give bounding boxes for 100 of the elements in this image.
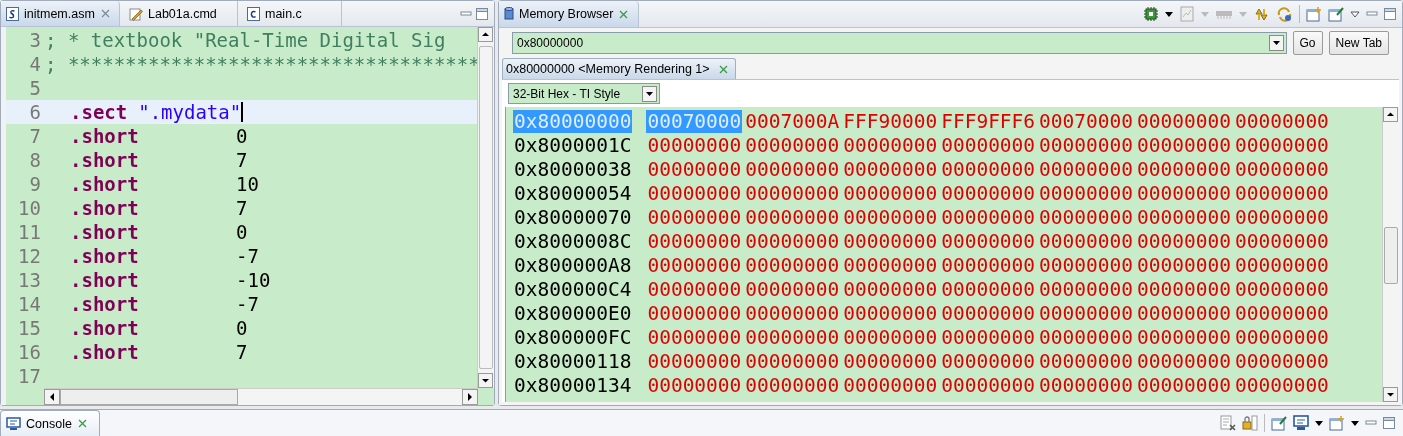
memory-value[interactable]: 00000000 — [1136, 229, 1232, 253]
memory-value[interactable]: 00000000 — [1038, 157, 1134, 181]
view-tab[interactable]: Console — [0, 410, 100, 436]
memory-value[interactable]: 00000000 — [940, 205, 1037, 229]
dropdown-caret-icon[interactable] — [1165, 11, 1173, 17]
memory-value[interactable]: 00000000 — [646, 301, 743, 325]
chip-icon[interactable] — [1143, 6, 1159, 22]
memory-value[interactable]: 00000000 — [646, 133, 743, 157]
memory-value[interactable]: 00000000 — [744, 205, 841, 229]
memory-value[interactable]: 00000000 — [1233, 205, 1330, 229]
refresh-icon[interactable] — [1276, 5, 1293, 23]
file-tab[interactable]: initmem.asm — [1, 1, 120, 26]
scroll-left-icon[interactable] — [44, 389, 60, 405]
file-tab[interactable]: Lab01a.cmd — [124, 1, 238, 26]
memory-value[interactable]: 00000000 — [646, 373, 743, 397]
toolbar-button[interactable]: New Tab — [1328, 31, 1389, 55]
scroll-down-icon[interactable] — [1383, 387, 1398, 402]
memory-value[interactable]: 00000000 — [1136, 205, 1232, 229]
vertical-scrollbar[interactable] — [477, 27, 494, 388]
memory-value[interactable]: 00000000 — [646, 229, 743, 253]
new-window-icon[interactable] — [1329, 415, 1345, 431]
monitor-icon[interactable] — [1293, 415, 1309, 431]
memory-value[interactable]: 00000000 — [1233, 181, 1330, 205]
memory-value[interactable]: 00000000 — [940, 325, 1037, 349]
dropdown-icon[interactable] — [642, 85, 657, 102]
memory-value[interactable]: 00000000 — [646, 253, 743, 277]
memory-value[interactable]: 00000000 — [1038, 133, 1134, 157]
lock-icon[interactable] — [1242, 415, 1258, 431]
memory-value[interactable]: 00000000 — [1136, 373, 1232, 397]
memory-value[interactable]: 00000000 — [1038, 325, 1134, 349]
memory-value[interactable]: 00000000 — [1233, 349, 1330, 373]
memory-value[interactable]: 00000000 — [1038, 205, 1134, 229]
new-window-icon[interactable] — [1306, 6, 1322, 22]
clear-console-icon[interactable] — [1220, 415, 1236, 431]
memory-value[interactable]: 00000000 — [1233, 301, 1330, 325]
memory-value[interactable]: 00000000 — [1233, 109, 1330, 133]
maximize-icon[interactable] — [476, 7, 488, 20]
memory-value[interactable]: 00000000 — [1038, 349, 1134, 373]
memory-value[interactable]: 00000000 — [1233, 229, 1330, 253]
memory-value[interactable]: 00000000 — [842, 277, 939, 301]
memory-value[interactable]: 00000000 — [744, 301, 841, 325]
memory-value[interactable]: 00000000 — [744, 325, 841, 349]
memory-value[interactable]: 00000000 — [1233, 325, 1330, 349]
memory-value[interactable]: 00000000 — [842, 349, 939, 373]
memory-value[interactable]: 00000000 — [940, 253, 1037, 277]
minimize-icon[interactable] — [1366, 9, 1378, 19]
memory-value[interactable]: 00000000 — [1136, 133, 1232, 157]
memory-value[interactable]: 00000000 — [842, 325, 939, 349]
file-tab[interactable]: main.c — [242, 1, 342, 26]
memory-value[interactable]: 00000000 — [744, 349, 841, 373]
horizontal-scrollbar[interactable] — [44, 388, 478, 405]
memory-value[interactable]: 00000000 — [744, 253, 841, 277]
memory-value[interactable]: 00000000 — [940, 157, 1037, 181]
pin-window-icon[interactable] — [1328, 6, 1344, 22]
memory-value[interactable]: 00000000 — [646, 325, 743, 349]
memory-value[interactable]: 00000000 — [940, 181, 1037, 205]
memory-value[interactable]: 00000000 — [842, 229, 939, 253]
memory-value[interactable]: FFF9FFF6 — [940, 109, 1037, 133]
memory-value[interactable]: 00000000 — [744, 133, 841, 157]
memory-value[interactable]: 00000000 — [744, 157, 841, 181]
memory-value[interactable]: 00000000 — [940, 349, 1037, 373]
memory-value[interactable]: 00000000 — [1038, 301, 1134, 325]
close-icon[interactable] — [717, 63, 729, 75]
memory-value[interactable]: 00000000 — [1233, 373, 1330, 397]
memory-value[interactable]: 00070000 — [1038, 109, 1134, 133]
memory-value[interactable]: 00070000 — [646, 109, 743, 133]
memory-value[interactable]: 0007000A — [744, 109, 841, 133]
close-icon[interactable] — [618, 8, 630, 20]
memory-value[interactable]: 00000000 — [1233, 157, 1330, 181]
maximize-icon[interactable] — [1383, 417, 1395, 429]
close-icon[interactable] — [99, 8, 111, 19]
memory-value[interactable]: 00000000 — [1233, 253, 1330, 277]
memory-value[interactable]: 00000000 — [842, 181, 939, 205]
memory-value[interactable]: 00000000 — [842, 205, 939, 229]
memory-value[interactable]: 00000000 — [1136, 109, 1232, 133]
dropdown-caret-icon[interactable] — [1315, 420, 1323, 426]
memory-value[interactable]: 00000000 — [646, 205, 743, 229]
scroll-up-icon[interactable] — [1383, 107, 1398, 122]
view-tab[interactable]: Memory Browser — [499, 1, 639, 27]
memory-value[interactable]: 00000000 — [1136, 157, 1232, 181]
memory-value[interactable]: 00000000 — [1136, 253, 1232, 277]
pin-window-icon[interactable] — [1271, 415, 1287, 431]
memory-value[interactable]: 00000000 — [1038, 229, 1134, 253]
memory-value[interactable]: 00000000 — [1038, 277, 1134, 301]
address-field[interactable]: 0x80000000 — [512, 32, 1287, 54]
memory-value[interactable]: 00000000 — [744, 373, 841, 397]
memory-value[interactable]: 00000000 — [1136, 277, 1232, 301]
dropdown-caret-icon[interactable] — [1351, 420, 1359, 426]
memory-value[interactable]: 00000000 — [842, 157, 939, 181]
scroll-down-icon[interactable] — [478, 373, 493, 388]
view-menu-icon[interactable] — [1350, 10, 1360, 18]
memory-value[interactable]: 00000000 — [940, 133, 1037, 157]
memory-value[interactable]: 00000000 — [1136, 349, 1232, 373]
memory-value[interactable]: 00000000 — [940, 373, 1037, 397]
scroll-thumb[interactable] — [1384, 227, 1398, 284]
memory-value[interactable]: 00000000 — [744, 181, 841, 205]
toolbar-button[interactable]: Go — [1292, 31, 1323, 55]
memory-value[interactable]: 00000000 — [1136, 181, 1232, 205]
memory-value[interactable]: 00000000 — [744, 229, 841, 253]
dropdown-icon[interactable] — [1268, 35, 1284, 51]
